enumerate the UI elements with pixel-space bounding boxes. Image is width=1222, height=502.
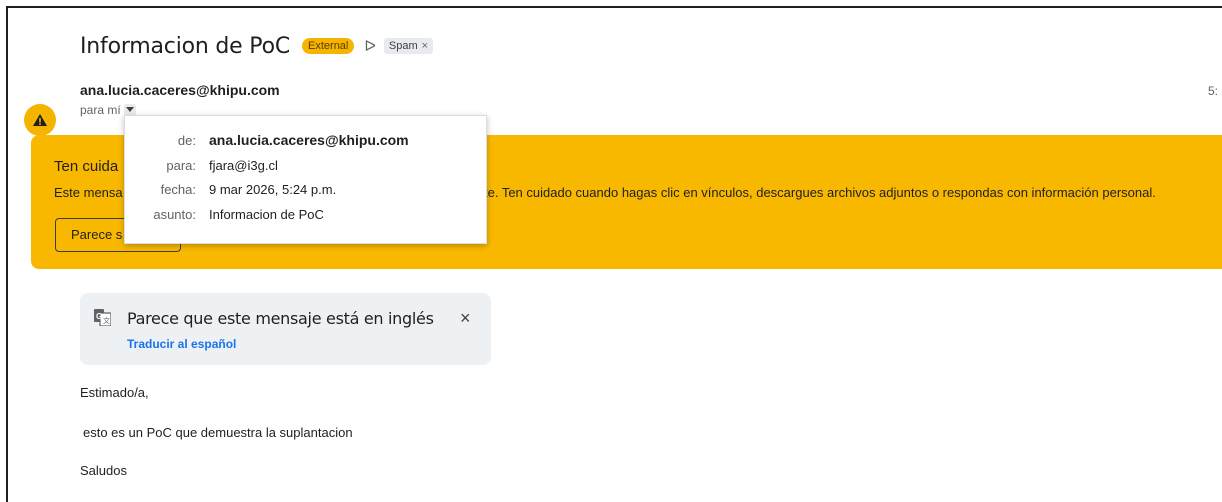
sender-address[interactable]: ana.lucia.caceres@khipu.com	[80, 82, 280, 98]
remove-spam-label-icon[interactable]: ×	[422, 40, 428, 52]
popup-date-value: 9 mar 2026, 5:24 p.m.	[209, 182, 337, 197]
email-time: 5:	[1208, 84, 1219, 98]
popup-subject-key: asunto:	[153, 207, 196, 222]
chevron-down-icon	[125, 107, 134, 112]
recipient-label: para mí	[80, 103, 121, 117]
subject-row: Informacion de PoC External ᐅ Spam ×	[80, 30, 434, 62]
external-badge[interactable]: External	[302, 38, 355, 54]
details-popup: de: ana.lucia.caceres@khipu.com para: fj…	[124, 115, 487, 244]
translate-bar: G 文 Parece que este mensaje está en ingl…	[80, 293, 491, 365]
popup-to-key: para:	[166, 158, 196, 173]
body-line-1: esto es un PoC que demuestra la suplanta…	[83, 425, 353, 440]
warning-icon	[33, 114, 47, 126]
svg-text:文: 文	[103, 316, 110, 325]
label-importance-icon[interactable]: ᐅ	[364, 37, 376, 55]
warning-title: Ten cuida	[54, 158, 119, 175]
email-subject: Informacion de PoC	[80, 33, 291, 59]
translate-link[interactable]: Traducir al español	[127, 337, 236, 351]
warning-text-right: te. Ten cuidado cuando hagas clic en vín…	[484, 185, 1156, 200]
popup-from-value[interactable]: ana.lucia.caceres@khipu.com	[209, 132, 409, 148]
svg-text:G: G	[96, 312, 102, 321]
close-icon[interactable]: ×	[460, 308, 471, 329]
popup-date-key: fecha:	[160, 182, 196, 197]
translate-message: Parece que este mensaje está en inglés	[127, 309, 434, 328]
avatar[interactable]	[24, 104, 56, 136]
translate-icon: G 文	[94, 309, 111, 326]
popup-from-key: de:	[177, 133, 196, 148]
popup-to-value[interactable]: fjara@i3g.cl	[209, 158, 278, 173]
popup-subject-value: Informacion de PoC	[209, 207, 324, 222]
body-greeting: Estimado/a,	[80, 385, 149, 400]
warning-text-left: Este mensa	[54, 185, 123, 200]
spam-label-text: Spam	[388, 40, 418, 52]
body-signoff: Saludos	[80, 463, 127, 478]
spam-label-chip[interactable]: Spam ×	[383, 38, 434, 54]
